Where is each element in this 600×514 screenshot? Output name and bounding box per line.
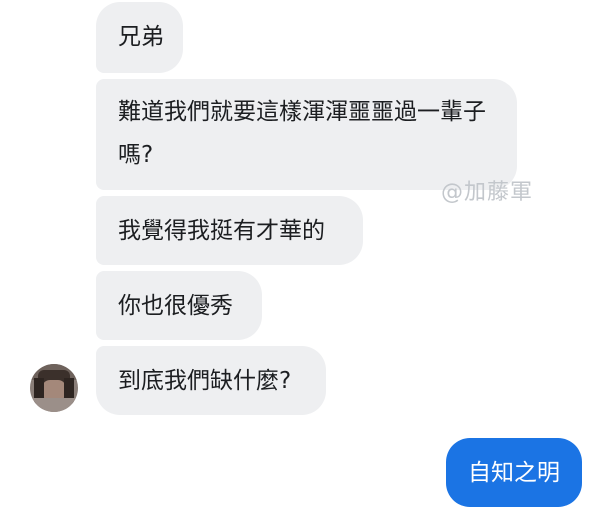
incoming-message[interactable]: 到底我們缺什麼?	[96, 346, 326, 415]
chat-screen: 兄弟 難道我們就要這樣渾渾噩噩過一輩子嗎? @加藤軍 我覺得我挺有才華的 你也很…	[0, 0, 600, 514]
incoming-message[interactable]: 我覺得我挺有才華的	[96, 196, 363, 265]
outgoing-message[interactable]: 自知之明	[446, 438, 582, 507]
watermark-text: @加藤軍	[441, 180, 534, 205]
sender-avatar[interactable]	[30, 364, 78, 412]
incoming-message[interactable]: 你也很優秀	[96, 271, 262, 340]
incoming-message[interactable]: 兄弟	[96, 2, 183, 73]
